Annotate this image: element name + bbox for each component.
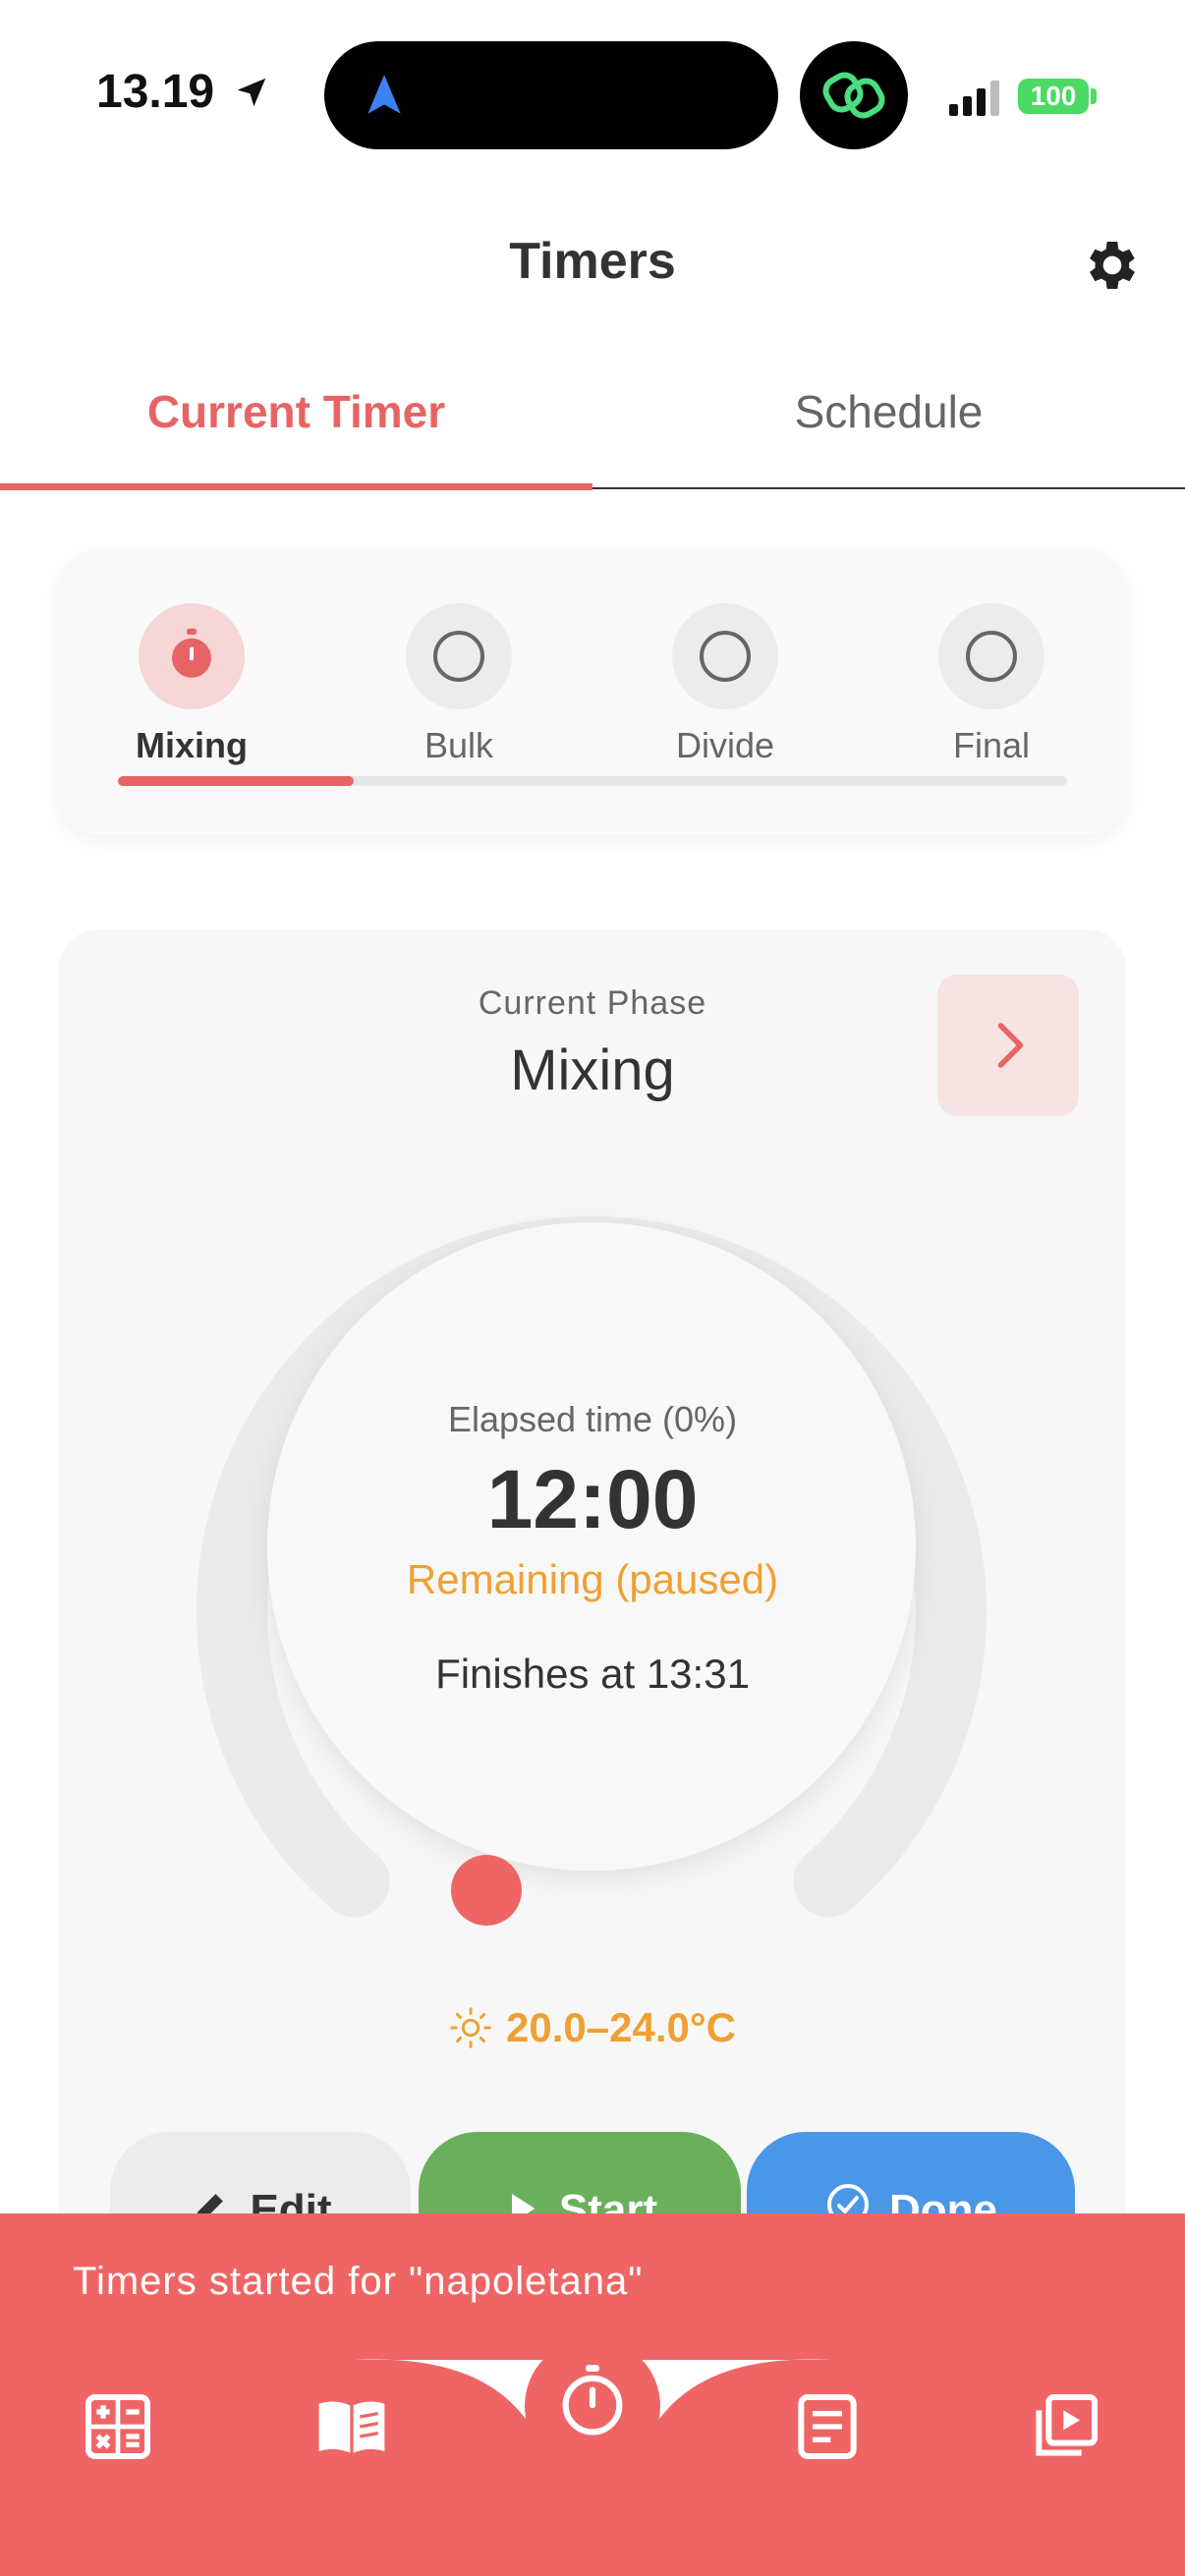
chevron-right-icon	[997, 1023, 1024, 1068]
signal-icon	[949, 81, 999, 116]
empty-circle-icon	[700, 631, 751, 682]
elapsed-label: Elapsed time (0%)	[447, 1399, 738, 1439]
remaining-status: Remaining (paused)	[406, 1556, 779, 1602]
recipe-book-icon[interactable]	[312, 2387, 391, 2466]
navigation-arrow-icon	[367, 75, 401, 114]
status-time: 13.19	[96, 65, 270, 119]
tab-schedule[interactable]: Schedule	[592, 385, 1185, 438]
phase-step-divide[interactable]: Divide	[637, 603, 814, 766]
temperature-value: 20.0–24.0°C	[506, 2004, 736, 2050]
phase-step-bulk[interactable]: Bulk	[370, 603, 547, 766]
page-title: Timers	[509, 233, 676, 290]
gear-icon[interactable]	[1081, 234, 1144, 297]
dynamic-island	[324, 41, 778, 149]
phase-step-label: Final	[952, 725, 1031, 765]
phase-step-label: Bulk	[423, 725, 494, 765]
empty-circle-icon	[433, 631, 484, 682]
linked-rings-icon	[800, 41, 908, 149]
finish-time: Finishes at 13:31	[435, 1651, 750, 1697]
video-library-icon[interactable]	[1026, 2387, 1104, 2466]
empty-circle-icon	[966, 631, 1017, 682]
phase-step-circle	[672, 603, 778, 709]
sun-icon	[450, 2007, 491, 2048]
stopwatch-icon	[172, 628, 211, 678]
tab-active-indicator	[0, 483, 592, 490]
toast-message: Timers started for "napoletana"	[73, 2260, 644, 2303]
tab-current-timer[interactable]: Current Timer	[0, 385, 592, 438]
phase-step-circle	[938, 603, 1044, 709]
battery-tip	[1091, 88, 1097, 104]
temperature-range: 20.0–24.0°C	[0, 2004, 1185, 2051]
dial-knob	[451, 1855, 522, 1926]
timer-value: 12:00	[486, 1453, 699, 1545]
location-arrow-icon	[238, 78, 266, 107]
phase-step-final[interactable]: Final	[903, 603, 1080, 766]
phase-progress-fill	[118, 776, 354, 786]
phase-step-label: Mixing	[136, 725, 248, 765]
nav-timer-button[interactable]	[525, 2338, 660, 2474]
notes-icon[interactable]	[788, 2387, 867, 2466]
phase-step-label: Divide	[675, 725, 775, 765]
calculator-icon[interactable]	[79, 2387, 157, 2466]
next-phase-button[interactable]	[937, 975, 1079, 1116]
stopwatch-icon	[562, 2365, 623, 2436]
phase-step-circle	[139, 603, 245, 709]
phase-step-mixing[interactable]: Mixing	[103, 603, 280, 766]
battery-indicator: 100	[1018, 79, 1089, 114]
phase-step-circle	[406, 603, 512, 709]
